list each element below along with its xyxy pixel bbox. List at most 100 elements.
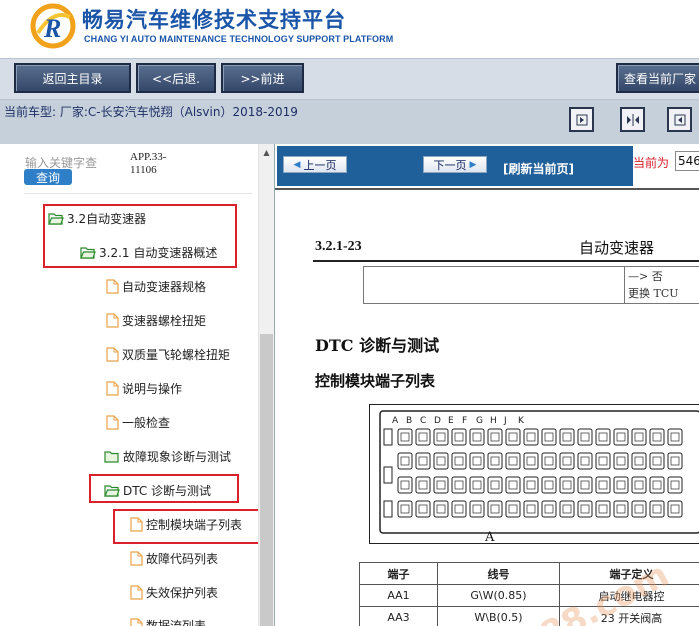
next-page-button[interactable]: 下一页 ▶: [423, 156, 487, 173]
forward-button[interactable]: >>前进: [221, 63, 304, 93]
tree-item-page[interactable]: 故障代码列表: [130, 547, 218, 569]
document-frame: 3.2.1-23 自动变速器 —> 否 更换 TCU DTC 诊断与测试 控制模…: [275, 188, 699, 626]
connector-pin: [397, 500, 413, 518]
table-cell: 启动继电器控: [559, 584, 699, 607]
table-cell: W\B(0.5): [437, 606, 560, 626]
connector-pin: [541, 452, 557, 470]
search-button[interactable]: 查询: [24, 169, 72, 185]
view-current-manufacturer-button[interactable]: 查看当前厂家: [616, 63, 699, 93]
page-icon: [106, 312, 119, 328]
page-icon: [130, 550, 143, 566]
refresh-page-link[interactable]: [刷新当前页]: [503, 160, 574, 177]
table-cell: 更换 TCU: [628, 287, 679, 300]
connector-pin: [523, 500, 539, 518]
table-cell: G\W(0.85): [437, 584, 560, 607]
tree-item-page[interactable]: 说明与操作: [106, 377, 182, 399]
connector-pin: [523, 452, 539, 470]
tree-item-page[interactable]: 变速器螺栓扭矩: [106, 309, 206, 331]
home-button[interactable]: 返回主目录: [14, 63, 131, 93]
connector-pin: [397, 428, 413, 446]
connector-pin: [451, 452, 467, 470]
tree-item-page[interactable]: 自动变速器规格: [106, 275, 206, 297]
connector-pin: [595, 476, 611, 494]
back-button[interactable]: <<后退.: [136, 63, 216, 93]
connector-latch: [383, 466, 393, 484]
connector-pin: [631, 452, 647, 470]
table-row: AA1 G\W(0.85) 启动继电器控: [359, 584, 699, 607]
connector-pin: [577, 476, 593, 494]
connector-pin: [541, 500, 557, 518]
tree-item-page[interactable]: 双质量飞轮螺栓扭矩: [106, 343, 230, 365]
connector-pin: [523, 428, 539, 446]
connector-pin: [577, 428, 593, 446]
connector-pin: [667, 452, 683, 470]
nav-bar: 返回主目录 <<后退. >>前进 查看当前厂家: [0, 58, 699, 100]
split-view-button[interactable]: [620, 107, 645, 132]
tree-item-label: 说明与操作: [122, 381, 183, 396]
prev-page-button[interactable]: ◀ 上一页: [283, 156, 347, 173]
tree-item-folder[interactable]: 故障现象诊断与测试: [104, 445, 231, 467]
tree-item-page[interactable]: 一般检查: [106, 411, 170, 433]
connector-pin: [451, 428, 467, 446]
scroll-up-arrow-icon[interactable]: ▲: [259, 146, 274, 158]
connector-pin: [469, 452, 485, 470]
connector-column-letter: H: [490, 416, 497, 426]
sidebar: 输入关键字查 查询 APP.33-11106 3.2自动变速器 3.2.1 自动…: [0, 144, 258, 626]
connector-pin: [469, 476, 485, 494]
collapse-left-button[interactable]: [569, 107, 594, 132]
connector-pin: [541, 476, 557, 494]
current-page-input[interactable]: [675, 151, 699, 171]
scroll-thumb[interactable]: [260, 334, 273, 626]
connector-pin: [631, 428, 647, 446]
connector-pin: [595, 428, 611, 446]
folder-icon: [104, 450, 120, 463]
connector-column-letter: C: [420, 416, 426, 426]
connector-pin: [397, 476, 413, 494]
next-page-label: 下一页: [433, 158, 467, 172]
connector-pin: [505, 452, 521, 470]
connector-column-letter: B: [406, 416, 412, 426]
connector-pin: [613, 500, 629, 518]
arrow-left-icon: [674, 114, 685, 125]
collapse-right-button[interactable]: [667, 107, 692, 132]
tree-item-label: 数据流列表: [146, 618, 207, 626]
connector-column-letter: D: [434, 416, 441, 426]
app-id-label: APP.33-11106: [130, 151, 167, 176]
connector-pin: [505, 476, 521, 494]
column-header: 端子: [359, 562, 438, 585]
connector-pin: [415, 428, 431, 446]
connector-diagram: ABCDEFGHJK: [369, 404, 699, 544]
connector-column-letter: A: [392, 416, 399, 426]
connector-pin: [451, 500, 467, 518]
document-page: 3.2.1-23 自动变速器 —> 否 更换 TCU DTC 诊断与测试 控制模…: [277, 190, 699, 626]
tree-item-label: 变速器螺栓扭矩: [122, 313, 207, 328]
arrow-left-icon: ◀: [293, 159, 301, 170]
highlight-box: [89, 474, 239, 503]
connector-pin: [505, 428, 521, 446]
tree-item-page[interactable]: 失效保护列表: [130, 581, 218, 603]
table-cell: 23 开关阀高: [559, 606, 699, 626]
tree-item-page[interactable]: 数据流列表: [130, 614, 206, 626]
column-header: 端子定义: [559, 562, 699, 585]
sidebar-scrollbar[interactable]: ▲: [258, 144, 274, 626]
connector-pin: [397, 452, 413, 470]
tree-item-label: 故障现象诊断与测试: [123, 449, 232, 464]
page-number: 3.2.1-23: [315, 239, 362, 254]
tree-item-label: 一般检查: [122, 415, 171, 430]
connector-column-letter: J: [503, 416, 507, 426]
connector-pin: [487, 428, 503, 446]
connector-pin: [667, 476, 683, 494]
arrow-right-icon: [576, 114, 587, 125]
connector-pin: [613, 476, 629, 494]
document-pane: ◀ 上一页 下一页 ▶ [刷新当前页] 当前为 3.2.1-23 自动变速器 —…: [274, 144, 699, 626]
column-header: 线号: [437, 562, 560, 585]
doc-toolbar: ◀ 上一页 下一页 ▶ [刷新当前页] 当前为: [275, 144, 699, 186]
app-header: R 畅易汽车维修技术支持平台 CHANG YI AUTO MAINTENANCE…: [0, 0, 699, 58]
connector-pin: [559, 476, 575, 494]
connector-pin: [559, 452, 575, 470]
connector-pin: [595, 452, 611, 470]
connector-pin: [667, 500, 683, 518]
connector-pin: [415, 500, 431, 518]
connector-pin: [487, 452, 503, 470]
page-icon: [106, 346, 119, 362]
